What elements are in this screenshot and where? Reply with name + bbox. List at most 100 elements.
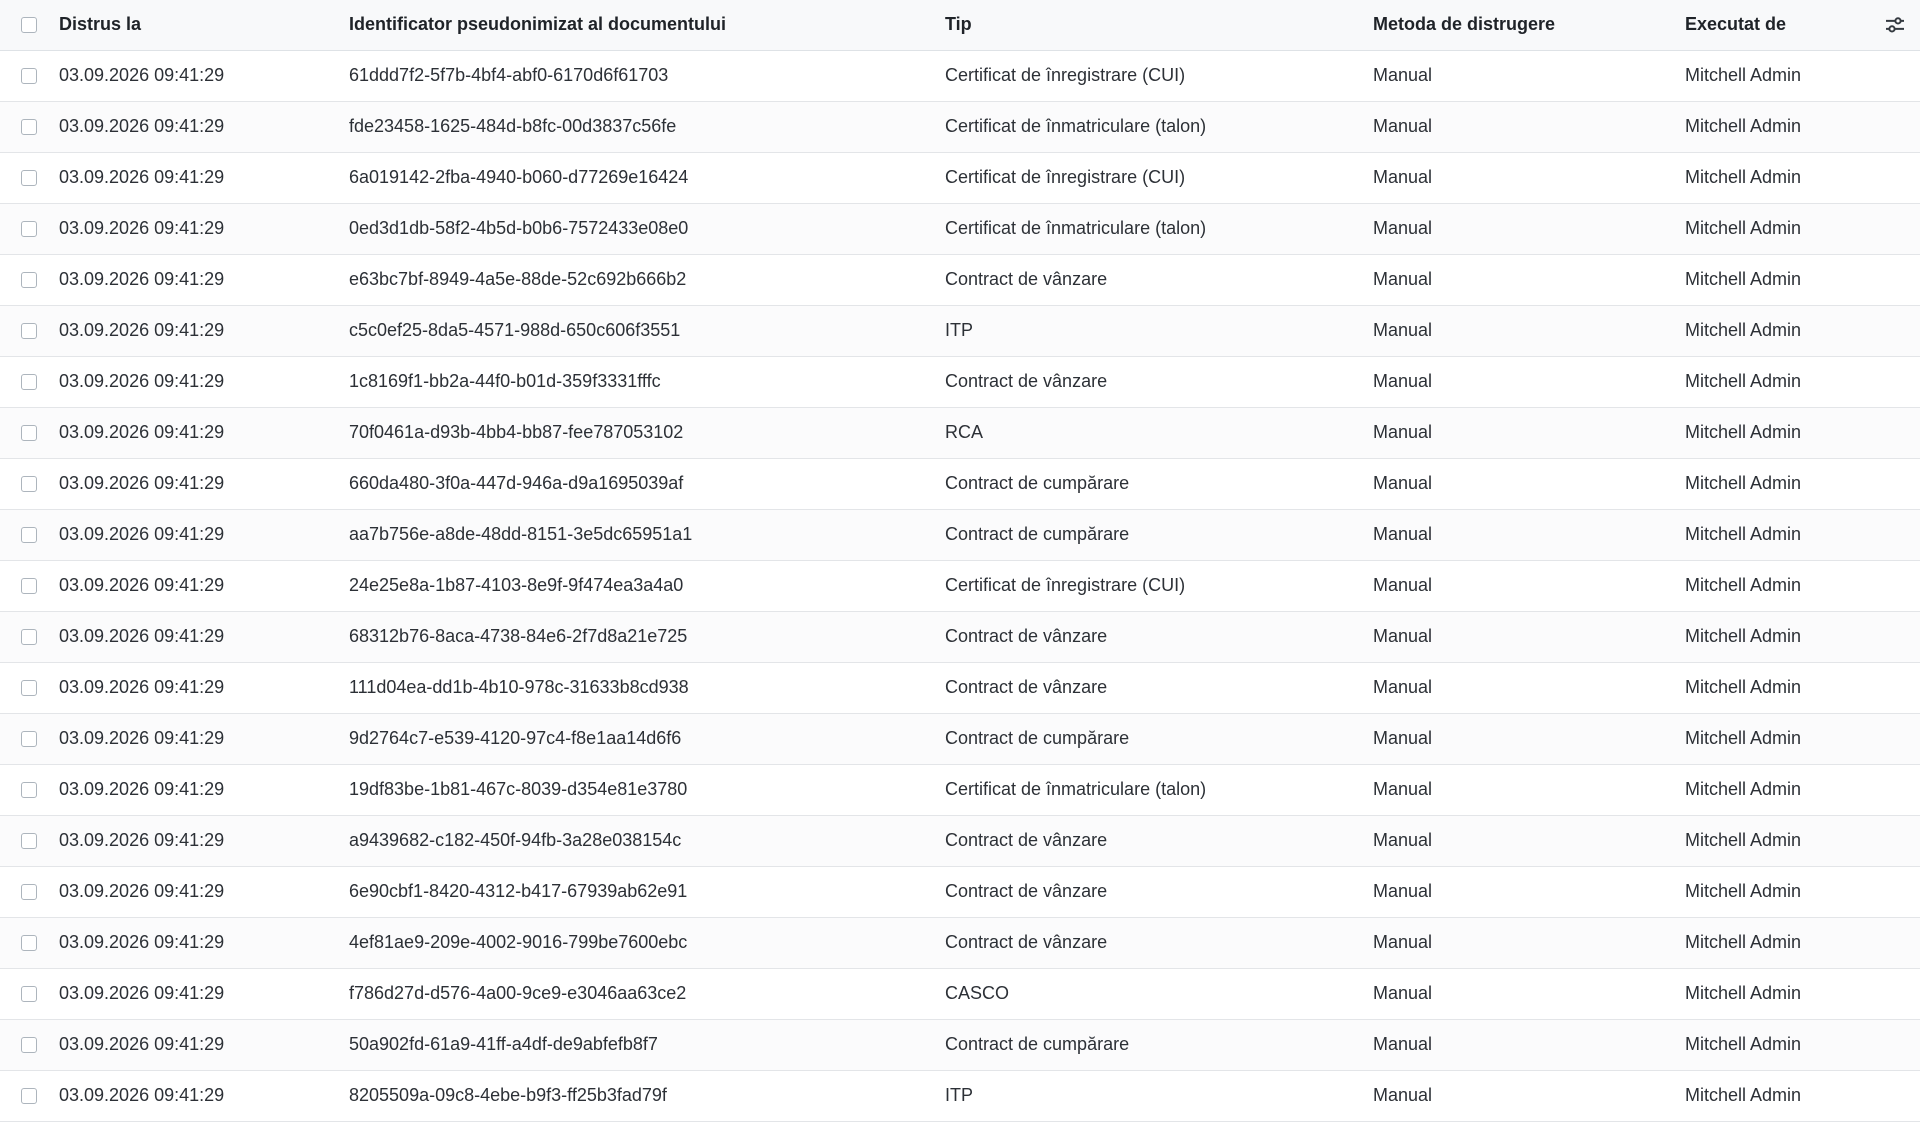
cell-destroyed-at: 03.09.2026 09:41:29 [59, 101, 349, 153]
column-header-destroyed-at[interactable]: Distrus la [59, 0, 349, 51]
cell-document-id: 1c8169f1-bb2a-44f0-b01d-359f3331fffc [349, 356, 945, 408]
table-row[interactable]: 03.09.2026 09:41:29 c5c0ef25-8da5-4571-98… [0, 305, 1920, 357]
cell-destroyed-at: 03.09.2026 09:41:29 [59, 611, 349, 663]
table-row[interactable]: 03.09.2026 09:41:29 70f0461a-d93b-4bb4-bb… [0, 407, 1920, 459]
table-row[interactable]: 03.09.2026 09:41:29 68312b76-8aca-4738-84… [0, 611, 1920, 663]
cell-document-id: f786d27d-d576-4a00-9ce9-e3046aa63ce2 [349, 968, 945, 1020]
row-checkbox[interactable] [21, 730, 37, 747]
cell-method: Manual [1373, 866, 1685, 918]
table-row[interactable]: 03.09.2026 09:41:29 6e90cbf1-8420-4312-b4… [0, 866, 1920, 918]
cell-document-id: c5c0ef25-8da5-4571-988d-650c606f3551 [349, 305, 945, 357]
table-row[interactable]: 03.09.2026 09:41:29 50a902fd-61a9-41ff-a4… [0, 1019, 1920, 1071]
row-checkbox[interactable] [21, 169, 37, 186]
cell-executed-by: Mitchell Admin [1685, 50, 1920, 102]
row-checkbox[interactable] [21, 67, 37, 84]
row-checkbox[interactable] [21, 220, 37, 237]
cell-destroyed-at: 03.09.2026 09:41:29 [59, 764, 349, 816]
table-row[interactable]: 03.09.2026 09:41:29 aa7b756e-a8de-48dd-81… [0, 509, 1920, 561]
row-checkbox[interactable] [21, 373, 37, 390]
cell-type: Certificat de înregistrare (CUI) [945, 560, 1373, 612]
destruction-log-table: Distrus la Identificator pseudonimizat a… [0, 0, 1920, 1122]
cell-destroyed-at: 03.09.2026 09:41:29 [59, 203, 349, 255]
table-row[interactable]: 03.09.2026 09:41:29 e63bc7bf-8949-4a5e-88… [0, 254, 1920, 306]
cell-executed-by: Mitchell Admin [1685, 662, 1920, 714]
table-row[interactable]: 03.09.2026 09:41:29 19df83be-1b81-467c-80… [0, 764, 1920, 816]
cell-document-id: 61ddd7f2-5f7b-4bf4-abf0-6170d6f61703 [349, 50, 945, 102]
cell-executed-by: Mitchell Admin [1685, 866, 1920, 918]
row-checkbox[interactable] [21, 322, 37, 339]
row-checkbox[interactable] [21, 781, 37, 798]
cell-destroyed-at: 03.09.2026 09:41:29 [59, 1070, 349, 1122]
row-select-cell [0, 611, 59, 663]
column-header-method[interactable]: Metoda de distrugere [1373, 0, 1685, 51]
cell-type: Certificat de înmatriculare (talon) [945, 101, 1373, 153]
cell-method: Manual [1373, 764, 1685, 816]
column-header-executed-by-label[interactable]: Executat de [1685, 14, 1786, 34]
row-checkbox[interactable] [21, 526, 37, 543]
row-select-cell [0, 968, 59, 1020]
row-checkbox[interactable] [21, 679, 37, 696]
table-row[interactable]: 03.09.2026 09:41:29 24e25e8a-1b87-4103-8e… [0, 560, 1920, 612]
cell-type: Contract de vânzare [945, 866, 1373, 918]
row-checkbox[interactable] [21, 1036, 37, 1053]
table-row[interactable]: 03.09.2026 09:41:29 8205509a-09c8-4ebe-b9… [0, 1070, 1920, 1122]
header-row: Distrus la Identificator pseudonimizat a… [0, 0, 1920, 51]
column-options-toggle[interactable] [1884, 14, 1906, 36]
cell-executed-by: Mitchell Admin [1685, 713, 1920, 765]
cell-executed-by: Mitchell Admin [1685, 407, 1920, 459]
row-checkbox[interactable] [21, 883, 37, 900]
row-select-cell [0, 152, 59, 204]
row-select-cell [0, 866, 59, 918]
row-select-cell [0, 50, 59, 102]
destruction-log-list: Distrus la Identificator pseudonimizat a… [0, 0, 1920, 1126]
row-checkbox[interactable] [21, 424, 37, 441]
sliders-icon [1886, 17, 1904, 33]
cell-type: Contract de vânzare [945, 254, 1373, 306]
row-select-cell [0, 764, 59, 816]
cell-type: Contract de cumpărare [945, 458, 1373, 510]
table-row[interactable]: 03.09.2026 09:41:29 fde23458-1625-484d-b8… [0, 101, 1920, 153]
cell-type: Contract de vânzare [945, 356, 1373, 408]
row-checkbox[interactable] [21, 271, 37, 288]
row-checkbox[interactable] [21, 475, 37, 492]
cell-executed-by: Mitchell Admin [1685, 1019, 1920, 1071]
table-row[interactable]: 03.09.2026 09:41:29 111d04ea-dd1b-4b10-97… [0, 662, 1920, 714]
row-checkbox[interactable] [21, 577, 37, 594]
table-row[interactable]: 03.09.2026 09:41:29 4ef81ae9-209e-4002-90… [0, 917, 1920, 969]
row-select-cell [0, 662, 59, 714]
table-row[interactable]: 03.09.2026 09:41:29 0ed3d1db-58f2-4b5d-b0… [0, 203, 1920, 255]
cell-executed-by: Mitchell Admin [1685, 764, 1920, 816]
row-checkbox[interactable] [21, 934, 37, 951]
table-row[interactable]: 03.09.2026 09:41:29 a9439682-c182-450f-94… [0, 815, 1920, 867]
table-row[interactable]: 03.09.2026 09:41:29 f786d27d-d576-4a00-9c… [0, 968, 1920, 1020]
cell-method: Manual [1373, 203, 1685, 255]
cell-executed-by: Mitchell Admin [1685, 203, 1920, 255]
row-checkbox[interactable] [21, 832, 37, 849]
row-select-cell [0, 713, 59, 765]
cell-executed-by: Mitchell Admin [1685, 458, 1920, 510]
cell-type: ITP [945, 1070, 1373, 1122]
table-row[interactable]: 03.09.2026 09:41:29 6a019142-2fba-4940-b0… [0, 152, 1920, 204]
row-checkbox[interactable] [21, 985, 37, 1002]
cell-destroyed-at: 03.09.2026 09:41:29 [59, 968, 349, 1020]
table-body: 03.09.2026 09:41:29 61ddd7f2-5f7b-4bf4-ab… [0, 50, 1920, 1122]
row-checkbox[interactable] [21, 628, 37, 645]
cell-type: Certificat de înmatriculare (talon) [945, 764, 1373, 816]
table-row[interactable]: 03.09.2026 09:41:29 61ddd7f2-5f7b-4bf4-ab… [0, 50, 1920, 102]
row-checkbox[interactable] [21, 1087, 37, 1104]
select-all-checkbox[interactable] [21, 16, 37, 33]
cell-type: CASCO [945, 968, 1373, 1020]
cell-executed-by: Mitchell Admin [1685, 560, 1920, 612]
table-row[interactable]: 03.09.2026 09:41:29 9d2764c7-e539-4120-97… [0, 713, 1920, 765]
cell-document-id: 9d2764c7-e539-4120-97c4-f8e1aa14d6f6 [349, 713, 945, 765]
table-row[interactable]: 03.09.2026 09:41:29 1c8169f1-bb2a-44f0-b0… [0, 356, 1920, 408]
row-checkbox[interactable] [21, 118, 37, 135]
cell-type: Contract de cumpărare [945, 713, 1373, 765]
row-select-cell [0, 560, 59, 612]
column-header-document-id[interactable]: Identificator pseudonimizat al documentu… [349, 0, 945, 51]
column-header-type[interactable]: Tip [945, 0, 1373, 51]
cell-document-id: e63bc7bf-8949-4a5e-88de-52c692b666b2 [349, 254, 945, 306]
cell-document-id: 8205509a-09c8-4ebe-b9f3-ff25b3fad79f [349, 1070, 945, 1122]
table-row[interactable]: 03.09.2026 09:41:29 660da480-3f0a-447d-94… [0, 458, 1920, 510]
cell-document-id: a9439682-c182-450f-94fb-3a28e038154c [349, 815, 945, 867]
